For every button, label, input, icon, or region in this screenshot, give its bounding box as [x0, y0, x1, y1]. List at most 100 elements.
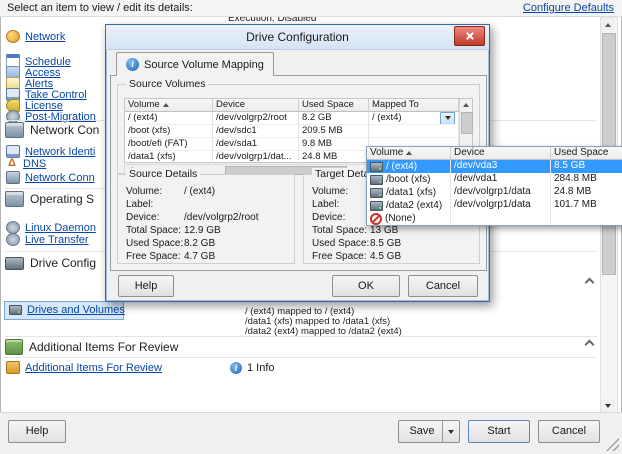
drive-icon [370, 201, 383, 211]
save-button-label: Save [409, 421, 434, 442]
grid-row[interactable]: /boot (xfs) /dev/sdc1 209.5 MB [125, 125, 472, 138]
live-transfer-icon [6, 233, 20, 246]
scroll-up-arrow[interactable] [460, 99, 472, 111]
save-dropdown-arrow[interactable] [442, 421, 459, 442]
grid-column-mapped-to[interactable]: Mapped To [369, 99, 459, 112]
cell-volume[interactable]: /boot (xfs) [125, 125, 213, 138]
sidebar-item-label: Network Conn [25, 172, 95, 184]
dropdown-item-used: 101.7 MB [551, 199, 622, 212]
dropdown-item[interactable]: /data2 (ext4) /dev/volgrp1/data 101.7 MB [367, 199, 622, 212]
network-configuration-icon [5, 122, 24, 138]
section-drive-configuration[interactable]: Drive Config [5, 255, 96, 271]
section-additional-items-for-review[interactable]: Additional Items For Review [5, 339, 178, 355]
sidebar-item-network-connections[interactable]: Network Conn [6, 171, 95, 184]
dropdown-item-volume: /data1 (xfs) [386, 187, 436, 199]
resize-grip[interactable] [606, 438, 619, 451]
tab-info-icon [126, 58, 139, 71]
cell-used-space[interactable]: 9.8 MB [299, 138, 369, 151]
cell-device[interactable]: /dev/volgrp2/root [213, 112, 299, 125]
field-label: Free Space: [312, 250, 370, 263]
network-connections-icon [6, 171, 20, 184]
field-label: Device: [126, 211, 184, 224]
grid-row[interactable]: / (ext4) /dev/volgrp2/root 8.2 GB / (ext… [125, 112, 472, 125]
cancel-button[interactable]: Cancel [538, 420, 600, 443]
tab-source-volume-mapping[interactable]: Source Volume Mapping [116, 52, 274, 76]
scrollbar-thumb[interactable] [461, 112, 473, 134]
sort-ascending-icon [163, 103, 169, 107]
grid-column-volume[interactable]: Volume [125, 99, 213, 112]
field-value: 12.9 GB [184, 224, 294, 237]
cell-volume[interactable]: / (ext4) [125, 112, 213, 125]
dropdown-item-volume: (None) [385, 213, 416, 225]
save-split-button[interactable]: Save [398, 420, 460, 443]
dropdown-item-used: 8.5 GB [551, 160, 622, 173]
cell-volume[interactable]: /boot/efi (FAT) [125, 138, 213, 151]
cell-used-space[interactable]: 209.5 MB [299, 125, 369, 138]
configure-defaults-link[interactable]: Configure Defaults [523, 2, 614, 14]
cell-mapped-to[interactable] [369, 125, 459, 138]
sidebar-item-label: Drives and Volumes [27, 304, 125, 316]
section-network-configuration[interactable]: Network Con [5, 122, 99, 138]
dialog-help-button[interactable]: Help [118, 275, 174, 297]
field-label: Used Space: [126, 237, 184, 250]
drives-volumes-icon [9, 305, 22, 315]
dropdown-item[interactable]: /data1 (xfs) /dev/volgrp1/data 24.8 MB [367, 186, 622, 199]
sidebar-item-drives-and-volumes[interactable]: Drives and Volumes [9, 303, 125, 316]
dropdown-item-used: 24.8 MB [551, 186, 622, 199]
sort-ascending-icon [406, 151, 412, 155]
sidebar-item-additional-items-for-review[interactable]: Additional Items For Review [6, 361, 162, 374]
section-label: Additional Items For Review [29, 340, 178, 354]
operating-system-icon [5, 191, 24, 207]
cell-used-space[interactable]: 24.8 MB [299, 151, 369, 164]
dropdown-item-device: /dev/volgrp1/data [451, 199, 551, 212]
footer-bar: Help Save Start Cancel [0, 412, 622, 454]
field-value: 4.5 GB [370, 250, 479, 263]
field-label: Total Space: [126, 224, 184, 237]
field-value: /dev/volgrp2/root [184, 211, 294, 224]
grid-column-device[interactable]: Device [213, 99, 299, 112]
close-button[interactable] [454, 26, 485, 46]
dropdown-item-device [451, 212, 551, 225]
info-badge: 1 Info [230, 361, 275, 374]
dropdown-item[interactable]: /boot (xfs) /dev/vda1 284.8 MB [367, 173, 622, 186]
sidebar-item-live-transfer[interactable]: Live Transfer [6, 233, 89, 246]
field-value: / (ext4) [184, 185, 294, 198]
cell-device[interactable]: /dev/sdc1 [213, 125, 299, 138]
source-details-group: Source Details Volume:/ (ext4) Label: De… [117, 174, 295, 264]
ok-button[interactable]: OK [332, 275, 400, 297]
sidebar-item-label: Network [25, 31, 65, 43]
cell-volume[interactable]: /data1 (xfs) [125, 151, 213, 164]
drive-configuration-icon [5, 257, 24, 270]
grid-column-used-space[interactable]: Used Space [299, 99, 369, 112]
sidebar-item-label: DNS [23, 158, 46, 170]
cell-device[interactable]: /dev/volgrp1/dat... [213, 151, 299, 164]
cell-device[interactable]: /dev/sda1 [213, 138, 299, 151]
dropdown-column-used-space[interactable]: Used Space [551, 147, 622, 160]
mapped-to-combobox[interactable]: / (ext4) [369, 112, 459, 125]
dropdown-item[interactable]: / (ext4) /dev/vda3 8.5 GB [367, 160, 622, 173]
dialog-titlebar[interactable]: Drive Configuration [106, 25, 489, 50]
sidebar-item-dns[interactable]: DNS [6, 157, 46, 170]
sidebar-item-label: Network Identi [25, 146, 95, 158]
section-label: Drive Config [30, 256, 96, 270]
section-label: Operating S [30, 192, 94, 206]
cell-used-space[interactable]: 8.2 GB [299, 112, 369, 125]
start-button[interactable]: Start [468, 420, 530, 443]
dropdown-item-none[interactable]: (None) [367, 212, 622, 225]
dialog-cancel-button[interactable]: Cancel [408, 275, 478, 297]
field-value: 4.7 GB [184, 250, 294, 263]
combobox-dropdown-button[interactable] [440, 112, 455, 125]
dropdown-column-device[interactable]: Device [451, 147, 551, 160]
sidebar-item-label: Linux Daemon [25, 222, 96, 234]
dropdown-item-used: 284.8 MB [551, 173, 622, 186]
dropdown-column-volume[interactable]: Volume [367, 147, 451, 160]
sidebar-item-network[interactable]: Network [6, 30, 65, 43]
scroll-up-arrow[interactable] [601, 18, 615, 32]
help-button[interactable]: Help [8, 420, 66, 443]
grid-column-label: Volume [128, 99, 160, 111]
collapse-chevron-icon[interactable] [584, 276, 594, 285]
scroll-down-arrow[interactable] [601, 399, 615, 413]
mapped-to-dropdown-popup: Volume Device Used Space / (ext4) /dev/v… [366, 146, 622, 226]
section-operating-system[interactable]: Operating S [5, 191, 94, 207]
collapse-chevron-icon[interactable] [584, 338, 594, 347]
